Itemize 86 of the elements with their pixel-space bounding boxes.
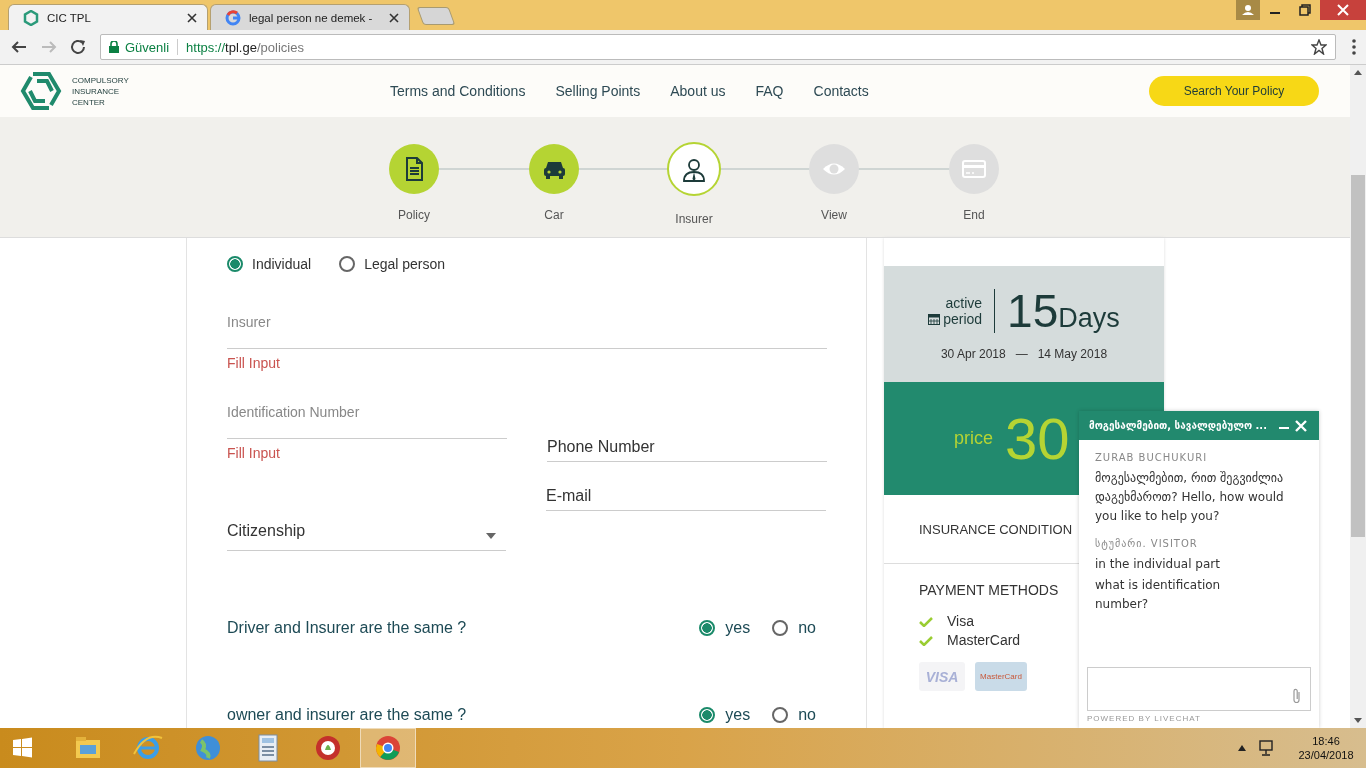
radio-option[interactable]: no <box>772 618 816 637</box>
radio-option[interactable]: no <box>772 705 816 724</box>
period-label: period <box>943 311 983 327</box>
url-text: https://tpl.ge/policies <box>186 39 304 55</box>
message-author: ZURAB BUCHUKURI <box>1095 452 1209 463</box>
visa-logo: VISA <box>919 662 965 691</box>
nav-link[interactable]: Terms and Conditions <box>390 83 526 99</box>
end-date: 14 May 2018 <box>1037 347 1108 361</box>
nav-link[interactable]: Contacts <box>813 83 869 99</box>
phone-field[interactable]: Phone Number <box>547 433 827 462</box>
back-icon[interactable] <box>10 39 28 55</box>
days-unit: Days <box>1058 303 1120 334</box>
nav-link[interactable]: About us <box>670 83 726 99</box>
price-value: 30 <box>1005 405 1070 472</box>
radio-button[interactable] <box>772 706 789 723</box>
question-text: owner and insurer are the same ? <box>227 705 467 724</box>
date-separator: — <box>1015 347 1028 361</box>
citizenship-select[interactable]: Citizenship <box>227 512 506 551</box>
step-label: Car <box>544 208 564 222</box>
step-label: Insurer <box>675 212 713 226</box>
tab-title: CIC TPL <box>47 11 92 24</box>
tab-title: legal person ne demek - <box>249 11 374 24</box>
error-message: Fill Input <box>227 445 281 461</box>
payment-method: Visa <box>947 612 974 631</box>
radio-button[interactable] <box>699 619 716 636</box>
secure-label: Güvenli <box>125 39 170 55</box>
message-field[interactable] <box>1087 667 1311 711</box>
step-circle[interactable] <box>667 142 721 196</box>
radio-option[interactable]: Individual <box>227 256 312 272</box>
message-author: სტუმარი. VISITOR <box>1095 538 1199 549</box>
id-number-field[interactable]: Identification Number <box>227 386 507 439</box>
caret-icon <box>486 533 496 539</box>
powered-by-text: POWERED BY LIVECHAT <box>1086 713 1202 725</box>
google-icon <box>225 9 241 26</box>
logo-text: COMPULSORY INSURANCE CENTER <box>72 74 129 108</box>
browser-tab[interactable]: legal person ne demek - <box>210 4 410 30</box>
chat-message: მოგესალმებით, რით შეგვიძლია დაგეხმაროთ? Hello, how would you like to help you? <box>1095 470 1285 525</box>
close-icon[interactable] <box>1320 0 1366 20</box>
payment-method: MasterCard <box>947 631 1021 650</box>
chevron-up-icon[interactable] <box>1238 745 1246 751</box>
radio-button[interactable] <box>339 256 356 272</box>
step-label: End <box>963 208 985 222</box>
price-label: price <box>954 428 993 449</box>
paperclip-icon <box>1292 688 1302 704</box>
star-icon[interactable] <box>1311 39 1327 55</box>
menu-icon[interactable] <box>1352 39 1356 55</box>
email-field[interactable]: E-mail <box>546 482 826 511</box>
step-label: View <box>821 208 847 222</box>
calendar-icon <box>928 313 941 325</box>
chat-message: what is identification number? <box>1095 577 1222 613</box>
chat-title: მოგესალმებით, სავალდებულო ... <box>1089 420 1268 431</box>
active-label: active <box>945 295 983 311</box>
close-icon[interactable] <box>389 12 399 23</box>
payment-methods-title: PAYMENT METHODS <box>919 582 1059 598</box>
network-icon[interactable] <box>1258 740 1274 756</box>
radio-button[interactable] <box>699 706 716 723</box>
radio-option[interactable]: yes <box>699 618 751 637</box>
chat-message: in the individual part <box>1095 556 1221 573</box>
mastercard-logo: MasterCard <box>975 662 1027 691</box>
reload-icon[interactable] <box>70 39 88 55</box>
search-policy-button[interactable]: Search Your Policy <box>1149 76 1319 106</box>
check-icon <box>919 635 933 646</box>
nav-link[interactable]: FAQ <box>755 83 784 99</box>
hexagon-logo-icon <box>20 71 62 111</box>
radio-option[interactable]: yes <box>699 705 751 724</box>
insurer-field[interactable]: Insurer <box>227 296 827 349</box>
browser-tab[interactable]: CIC TPL <box>8 4 208 30</box>
step-circle[interactable] <box>529 144 579 194</box>
step-label: Policy <box>398 208 430 222</box>
question-text: Driver and Insurer are the same ? <box>227 618 467 637</box>
start-date: 30 Apr 2018 <box>940 347 1006 361</box>
insurance-conditions-link[interactable]: INSURANCE CONDITION <box>919 521 1073 537</box>
check-icon <box>919 616 933 627</box>
lock-icon <box>109 41 119 53</box>
radio-option[interactable]: Legal person <box>339 256 446 272</box>
address-field[interactable]: Güvenli https://tpl.ge/policies <box>100 34 1336 60</box>
radio-button[interactable] <box>772 619 789 636</box>
clock[interactable]: 18:46 23/04/2018 <box>1286 734 1366 762</box>
error-message: Fill Input <box>227 355 281 371</box>
days-count: 15 <box>1007 287 1059 335</box>
radio-button[interactable] <box>227 256 243 272</box>
taskbar-button[interactable] <box>360 728 416 768</box>
nav-link[interactable]: Selling Points <box>555 83 641 99</box>
step-circle[interactable] <box>389 144 439 194</box>
close-icon[interactable] <box>187 12 197 23</box>
hexagon-logo-icon <box>23 9 39 26</box>
